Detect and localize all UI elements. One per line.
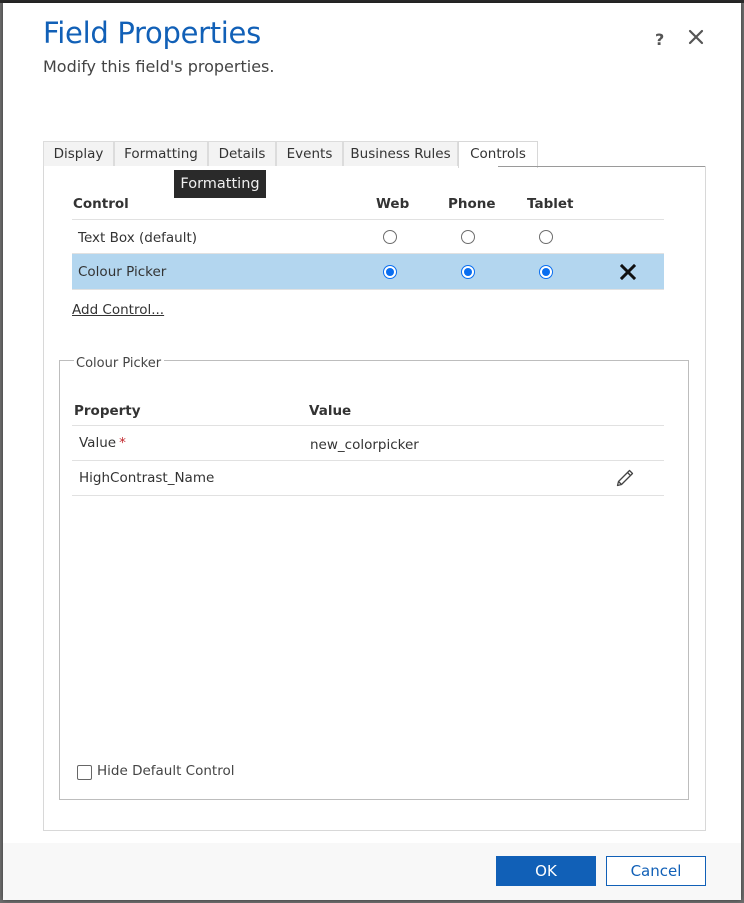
column-header-phone: Phone: [448, 196, 496, 212]
help-button[interactable]: ?: [655, 30, 664, 49]
phone-radio[interactable]: [461, 230, 475, 244]
hide-default-control-label: Hide Default Control: [97, 763, 235, 779]
hide-default-control-checkbox[interactable]: [77, 765, 92, 780]
divider: [72, 460, 664, 461]
divider: [72, 425, 664, 426]
tab-controls[interactable]: Controls: [458, 141, 538, 168]
dialog-subtitle: Modify this field's properties.: [43, 57, 275, 76]
field-properties-dialog: Field Properties Modify this field's pro…: [3, 3, 741, 900]
ok-button[interactable]: OK: [496, 856, 596, 886]
close-icon: [619, 263, 637, 281]
column-header-web: Web: [376, 196, 410, 212]
phone-radio[interactable]: [461, 265, 475, 279]
divider: [72, 289, 664, 290]
close-button[interactable]: [687, 28, 705, 46]
property-value: new_colorpicker: [310, 437, 419, 453]
control-name: Text Box (default): [78, 230, 198, 246]
property-name: Value *: [79, 435, 126, 451]
tab-business-rules[interactable]: Business Rules: [343, 141, 458, 166]
dialog-title: Field Properties: [43, 16, 261, 50]
control-name: Colour Picker: [78, 264, 167, 280]
column-header-property: Property: [74, 403, 141, 419]
web-radio[interactable]: [383, 265, 397, 279]
tablet-radio[interactable]: [539, 230, 553, 244]
pencil-icon: [616, 469, 634, 487]
divider: [72, 219, 664, 220]
tab-details[interactable]: Details: [208, 141, 276, 166]
remove-control-button[interactable]: [619, 263, 637, 281]
tab-display[interactable]: Display: [43, 141, 114, 166]
colour-picker-properties: [59, 360, 689, 800]
tab-events[interactable]: Events: [276, 141, 343, 166]
section-legend: Colour Picker: [74, 356, 165, 371]
edit-property-button[interactable]: [615, 468, 635, 488]
column-header-tablet: Tablet: [527, 196, 574, 212]
cancel-button[interactable]: Cancel: [606, 856, 706, 886]
column-header-control: Control: [73, 196, 129, 212]
tooltip: Formatting: [174, 170, 266, 198]
column-header-value: Value: [309, 403, 352, 419]
tab-formatting[interactable]: Formatting: [114, 141, 208, 166]
divider: [72, 495, 664, 496]
tablet-radio[interactable]: [539, 265, 553, 279]
close-icon: [688, 29, 704, 45]
web-radio[interactable]: [383, 230, 397, 244]
required-indicator: *: [119, 435, 126, 451]
add-control-link[interactable]: Add Control...: [72, 302, 164, 318]
property-name: HighContrast_Name: [79, 470, 215, 486]
